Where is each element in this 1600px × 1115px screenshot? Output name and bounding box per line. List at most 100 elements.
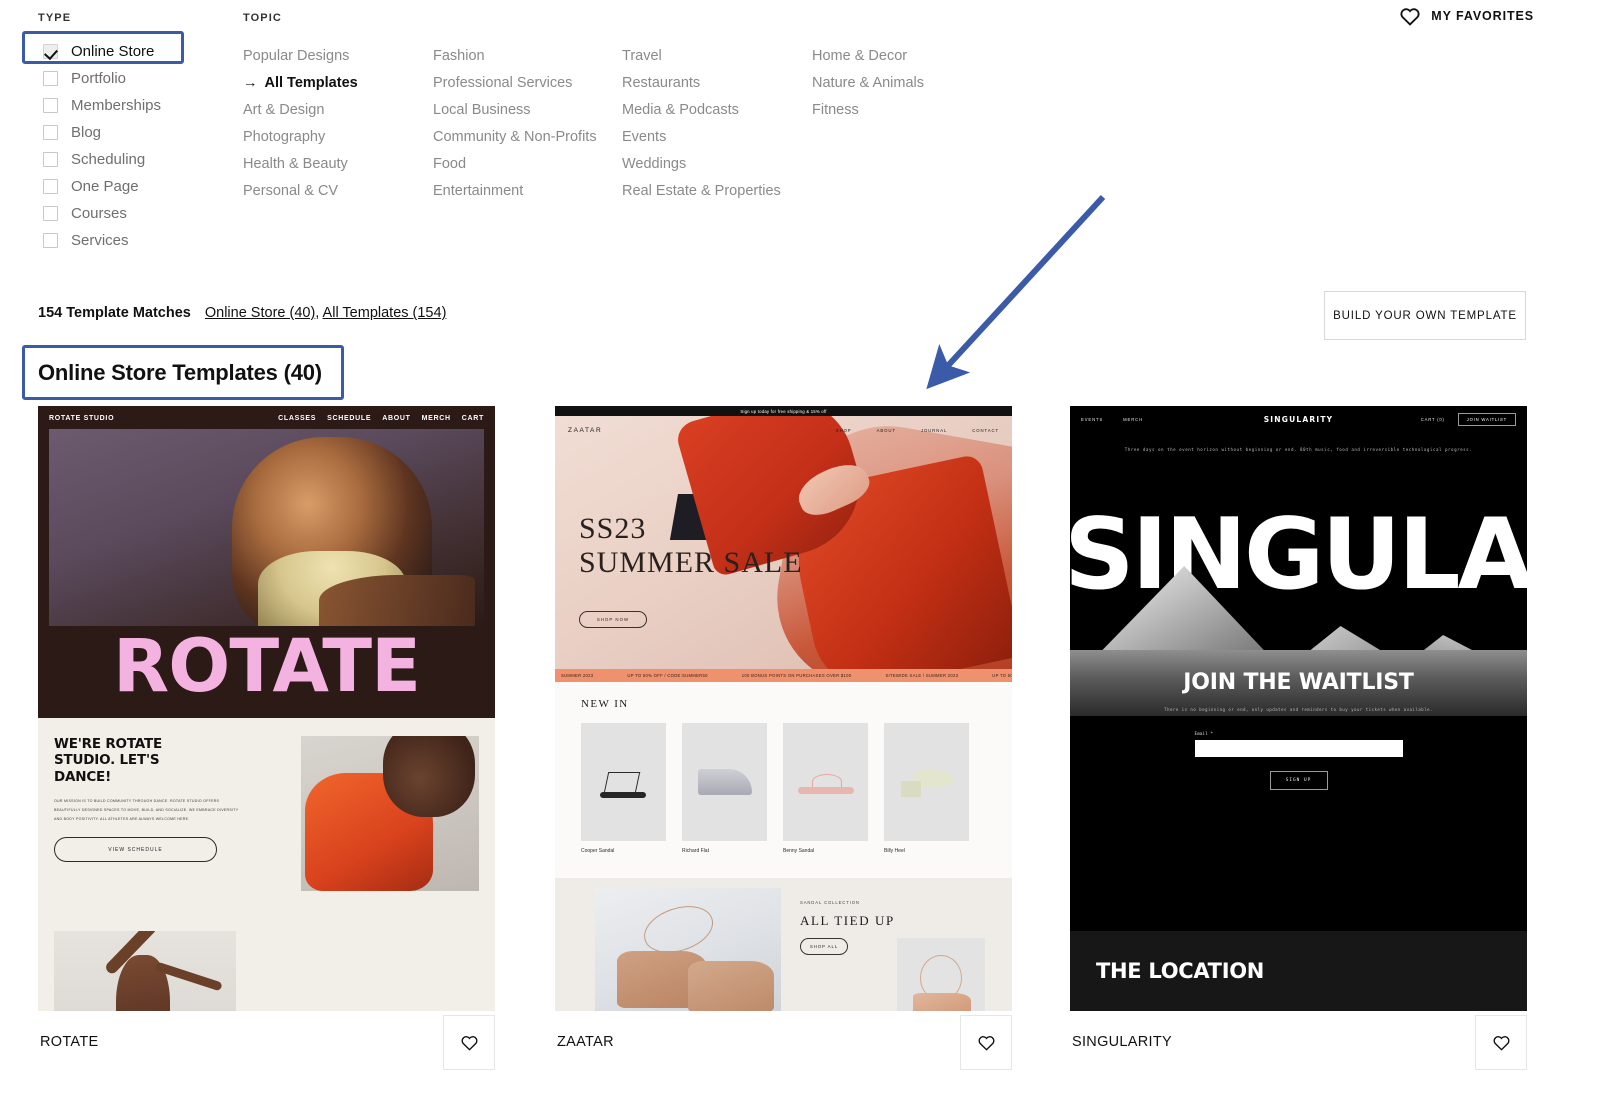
type-filter-label: Portfolio [71,70,127,87]
template-thumbnail-zaatar[interactable]: Sign up today for free shipping & 15% of… [555,406,1012,1011]
heart-icon [978,1035,994,1051]
checkbox-icon[interactable] [43,233,58,248]
rotate-cta-button[interactable]: VIEW SCHEDULE [54,837,217,863]
topic-filter-art-design[interactable]: Art & Design [243,97,358,124]
zaatar-collection-image [595,888,781,1011]
topic-filter-entertainment[interactable]: Entertainment [433,178,597,205]
zaatar-ticker-item: 100 BONUS POINTS ON PURCHASES OVER $100 [741,673,852,678]
type-filter-services[interactable]: Services [38,227,238,254]
zaatar-collection-kicker: SANDAL COLLECTION [800,900,860,905]
checkbox-icon[interactable] [43,179,58,194]
type-filter-courses[interactable]: Courses [38,200,238,227]
checkbox-icon[interactable] [43,152,58,167]
rotate-nav-item[interactable]: CLASSES [278,415,316,422]
zaatar-nav-item[interactable]: ABOUT [877,428,896,433]
zaatar-shop-all-button[interactable]: SHOP ALL [800,938,848,955]
singularity-email-label: Email * [1194,731,1214,737]
template-card-zaatar[interactable]: Sign up today for free shipping & 15% of… [555,406,1012,1073]
template-card-singularity[interactable]: EVENTS MERCH SINGULARITY CART (0) JOIN WA… [1070,406,1527,1073]
zaatar-nav-item[interactable]: SHOP [836,428,852,433]
template-thumbnail-singularity[interactable]: EVENTS MERCH SINGULARITY CART (0) JOIN WA… [1070,406,1527,1011]
zaatar-product-image [884,723,969,841]
topic-filter-nature-animals[interactable]: Nature & Animals [812,70,924,97]
build-your-own-template-button[interactable]: BUILD YOUR OWN TEMPLATE [1324,291,1526,340]
type-filter-one-page[interactable]: One Page [38,173,238,200]
link-all-templates[interactable]: All Templates (154) [323,305,447,321]
topic-filter-label: Art & Design [243,102,325,118]
zaatar-product-image [581,723,666,841]
type-filter-blog[interactable]: Blog [38,119,238,146]
checkbox-icon[interactable] [43,98,58,113]
favorite-button-singularity[interactable] [1475,1014,1527,1070]
my-favorites-button[interactable]: MY FAVORITES [1399,6,1534,26]
type-filter-memberships[interactable]: Memberships [38,92,238,119]
singularity-email-form: Email * [1194,731,1403,758]
type-filter-label: One Page [71,178,139,195]
topic-filter-fashion[interactable]: Fashion [433,43,597,70]
zaatar-collection-section: SANDAL COLLECTION ALL TIED UP SHOP ALL [555,878,1012,1011]
topic-filter-health-beauty[interactable]: Health & Beauty [243,151,358,178]
favorite-button-zaatar[interactable] [960,1014,1012,1070]
topic-filter-label: Restaurants [622,75,701,91]
topic-filter-all-templates[interactable]: → All Templates [243,70,358,97]
type-filter-label: Memberships [71,97,162,114]
singularity-signup-button[interactable]: SIGN UP [1269,770,1328,790]
card-footer-singularity: SINGULARITY [1070,1011,1527,1073]
topic-list-2: Fashion Professional Services Local Busine… [433,43,597,205]
rotate-nav-item[interactable]: ABOUT [382,415,410,422]
card-footer-zaatar: ZAATAR [555,1011,1012,1073]
rotate-nav-item[interactable]: SCHEDULE [327,415,371,422]
topic-filter-real-estate-properties[interactable]: Real Estate & Properties [622,178,781,205]
topic-list-1: Popular Designs → All Templates Art & Desig… [243,43,358,205]
topic-filter-events[interactable]: Events [622,124,781,151]
favorite-button-rotate[interactable] [443,1014,495,1070]
zaatar-shop-now-button[interactable]: SHOP NOW [579,611,647,628]
type-filter-label: Online Store [71,43,155,60]
topic-filter-professional-services[interactable]: Professional Services [433,70,597,97]
template-thumbnail-rotate[interactable]: ROTATE STUDIO CLASSES SCHEDULE ABOUT MERCH C… [38,406,495,1011]
topic-filter-fitness[interactable]: Fitness [812,97,924,124]
topic-filter-community-non-profits[interactable]: Community & Non-Profits [433,124,597,151]
page-title: Online Store Templates (40) [38,360,322,385]
singularity-email-input[interactable] [1194,739,1403,757]
template-card-rotate[interactable]: ROTATE STUDIO CLASSES SCHEDULE ABOUT MERCH C… [38,406,495,1073]
type-filter-scheduling[interactable]: Scheduling [38,146,238,173]
checkbox-icon[interactable] [43,125,58,140]
singularity-logo: SINGULARITY [1263,414,1334,424]
type-filter-portfolio[interactable]: Portfolio [38,65,238,92]
singularity-waitlist-section: JOIN THE WAITLIST There is no beginning … [1070,670,1527,790]
template-name: SINGULARITY [1072,1034,1172,1050]
zaatar-nav-item[interactable]: CONTACT [972,428,999,433]
topic-filter-food[interactable]: Food [433,151,597,178]
zaatar-product-card[interactable]: Richard Flat [682,723,767,854]
topic-filter-personal-cv[interactable]: Personal & CV [243,178,358,205]
zaatar-nav-links: SHOP ABOUT JOURNAL CONTACT [836,428,999,433]
type-filter-label: Services [71,232,129,249]
rotate-nav-item[interactable]: CART [462,415,484,422]
topic-filter-local-business[interactable]: Local Business [433,97,597,124]
checkbox-icon[interactable] [43,71,58,86]
topic-filter-label: Events [622,129,667,145]
rotate-image-orange-top [301,736,479,891]
zaatar-product-card[interactable]: Benny Sandal [783,723,868,854]
topic-filter-weddings[interactable]: Weddings [622,151,781,178]
zaatar-nav-item[interactable]: JOURNAL [921,428,947,433]
checkbox-icon[interactable] [43,206,58,221]
type-filter-online-store[interactable]: Online Store [38,38,238,65]
topic-filter-home-decor[interactable]: Home & Decor [812,43,924,70]
shoe-icon [900,767,953,797]
checkbox-checked-icon[interactable] [43,44,58,59]
topic-filter-popular-designs[interactable]: Popular Designs [243,43,358,70]
topic-filter-label: Entertainment [433,183,524,199]
topic-filter-label: All Templates [264,75,358,91]
topic-filter-photography[interactable]: Photography [243,124,358,151]
link-online-store[interactable]: Online Store (40) [205,305,315,321]
rotate-nav-item[interactable]: MERCH [422,415,451,422]
topic-filter-restaurants[interactable]: Restaurants [622,70,781,97]
topic-filter-media-podcasts[interactable]: Media & Podcasts [622,97,781,124]
zaatar-product-card[interactable]: Billy Heel [884,723,969,854]
zaatar-product-card[interactable]: Cooper Sandal [581,723,666,854]
topic-filter-label: Community & Non-Profits [433,129,597,145]
topic-filter-travel[interactable]: Travel [622,43,781,70]
zaatar-ticker-bar: SUMMER 2023 UP TO 50% OFF / CODE:SUMMER50… [555,669,1012,682]
